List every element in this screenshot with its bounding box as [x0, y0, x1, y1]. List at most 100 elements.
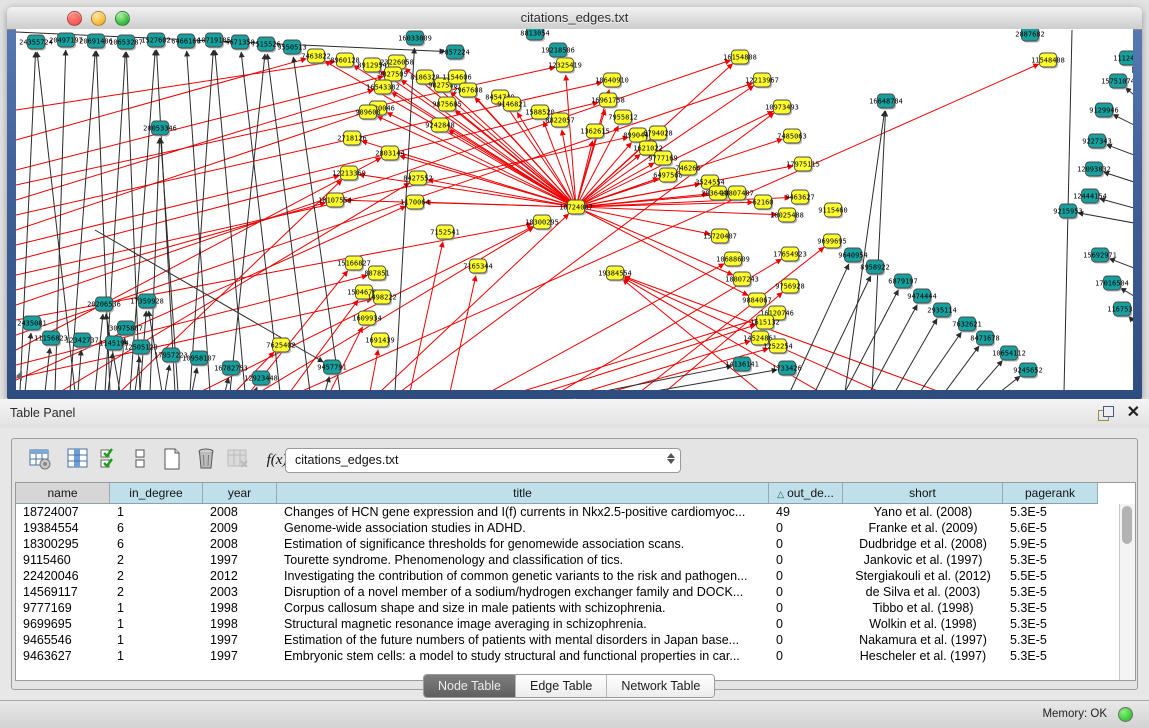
table-row[interactable]: 977716911998Corpus callosum shape and si…: [16, 600, 1120, 616]
graph-node[interactable]: 24355724: [19, 35, 53, 51]
graph-node[interactable]: 62160: [752, 195, 773, 211]
graph-node[interactable]: 6879197: [888, 274, 918, 290]
graph-node[interactable]: 17975115: [786, 157, 820, 173]
graph-node[interactable]: 12093832: [1077, 162, 1111, 178]
graph-node[interactable]: 16154808: [723, 50, 757, 66]
float-panel-icon[interactable]: [1098, 406, 1113, 421]
column-header-title[interactable]: title: [277, 483, 769, 504]
column-header-pagerank[interactable]: pagerank: [1003, 483, 1098, 504]
window-titlebar[interactable]: citations_edges.txt: [7, 7, 1142, 30]
graph-node[interactable]: 10025488: [770, 208, 804, 224]
network-canvas[interactable]: 1872400718300295193845547463822896012889…: [16, 29, 1133, 390]
graph-node[interactable]: 2803144: [375, 146, 405, 162]
graph-node[interactable]: 12213967: [745, 73, 779, 89]
graph-node[interactable]: 9227343: [1082, 134, 1112, 150]
graph-node[interactable]: 9699695: [817, 234, 847, 250]
delete-table-icon[interactable]: [192, 446, 220, 474]
column-header-name[interactable]: name: [16, 483, 110, 504]
svg-text:1527602: 1527602: [141, 37, 171, 45]
graph-node[interactable]: 1170064: [400, 195, 430, 211]
graph-node[interactable]: 16648784: [869, 94, 903, 110]
graph-node[interactable]: 1167533: [1107, 302, 1133, 318]
table-row[interactable]: 946554611997Estimation of the future num…: [16, 632, 1120, 648]
svg-text:18300295: 18300295: [525, 219, 559, 227]
graph-node[interactable]: 1112493: [1113, 51, 1133, 67]
graph-node[interactable]: 1527602: [141, 33, 171, 49]
graph-node[interactable]: 2935114: [927, 303, 957, 319]
table-row[interactable]: 1456911722003Disruption of a novel membe…: [16, 584, 1120, 600]
table-row[interactable]: 1830029562008Estimation of significance …: [16, 536, 1120, 552]
table-row[interactable]: 911546021997Tourette syndrome. Phenomeno…: [16, 552, 1120, 568]
graph-node[interactable]: 20053346: [143, 121, 177, 137]
graph-node[interactable]: 1691439: [365, 333, 395, 349]
table-settings-icon[interactable]: [26, 446, 54, 474]
import-table-disabled-icon[interactable]: [224, 446, 252, 474]
graph-node[interactable]: 7632621: [952, 317, 982, 333]
checkbox-list-icon[interactable]: [126, 446, 154, 474]
table-cell: 5.3E-5: [1003, 584, 1098, 600]
graph-node[interactable]: 1362615: [580, 124, 610, 140]
graph-node[interactable]: 11548408: [1031, 53, 1065, 69]
graph-node[interactable]: 10654112: [992, 346, 1026, 362]
select-columns-icon[interactable]: [64, 446, 92, 474]
scrollbar-thumb[interactable]: [1122, 506, 1132, 544]
graph-node[interactable]: 17016504: [1095, 276, 1129, 292]
graph-node[interactable]: 9245652: [1013, 363, 1043, 379]
graph-node[interactable]: 12325419: [548, 58, 582, 74]
tab-edge-table[interactable]: Edge Table: [516, 675, 607, 697]
graph-node[interactable]: 7857224: [440, 45, 470, 61]
graph-node[interactable]: 8813054: [520, 29, 550, 42]
graph-node[interactable]: 2887682: [1015, 29, 1045, 43]
table-select-dropdown[interactable]: citations_edges.txt: [285, 448, 681, 473]
graph-node[interactable]: 9463627: [785, 190, 815, 206]
column-header-out_de[interactable]: △out_de...: [769, 483, 843, 504]
graph-node[interactable]: 887851: [364, 266, 389, 282]
graph-node[interactable]: 2718126: [337, 131, 367, 147]
table-cell: 5.3E-5: [1003, 552, 1098, 568]
graph-node[interactable]: 19218506: [541, 43, 575, 59]
graph-node[interactable]: 12444154: [1073, 189, 1107, 205]
table-vertical-scrollbar[interactable]: [1119, 504, 1135, 680]
table-cell: Genome-wide association studies in ADHD.: [277, 520, 769, 536]
graph-node[interactable]: 9884067: [742, 293, 772, 309]
graph-node[interactable]: 7955812: [608, 110, 638, 126]
graph-node[interactable]: 17359928: [130, 294, 164, 310]
collapse-left-panel-icon[interactable]: [16, 371, 22, 381]
tab-node-table[interactable]: Node Table: [424, 675, 516, 697]
tab-network-table[interactable]: Network Table: [607, 675, 714, 697]
graph-node[interactable]: 19384554: [598, 266, 632, 282]
table-row[interactable]: 2242004622012Investigating the contribut…: [16, 568, 1120, 584]
graph-node[interactable]: 7165344: [463, 259, 493, 275]
graph-node[interactable]: 18640910: [595, 73, 629, 89]
graph-node[interactable]: 16033809: [398, 31, 432, 47]
table-row[interactable]: 969969511998Structural magnetic resonanc…: [16, 616, 1120, 632]
table-cell: 5.3E-5: [1003, 504, 1098, 520]
graph-node[interactable]: 9129946: [1089, 103, 1119, 119]
graph-node[interactable]: 9215953: [1053, 204, 1083, 220]
select-rows-icon[interactable]: [96, 446, 124, 474]
table-row[interactable]: 1938455462009Genome-wide association stu…: [16, 520, 1120, 536]
table-row[interactable]: 946362711997Embryonic stem cells: a mode…: [16, 648, 1120, 664]
svg-text:17654923: 17654923: [773, 251, 807, 259]
graph-node[interactable]: 8958922: [860, 260, 890, 276]
graph-node[interactable]: 8471678: [970, 331, 1000, 347]
graph-node[interactable]: 15751074: [1101, 74, 1133, 90]
column-header-year[interactable]: year: [203, 483, 277, 504]
column-header-in_degree[interactable]: in_degree: [110, 483, 203, 504]
graph-node[interactable]: 17654923: [773, 247, 807, 263]
graph-node[interactable]: 15720407: [703, 229, 737, 245]
graph-node[interactable]: 9115460: [818, 203, 848, 219]
graph-node[interactable]: 20497197: [49, 33, 83, 49]
graph-node[interactable]: 1733426: [772, 361, 802, 377]
graph-node[interactable]: 2435081: [17, 316, 47, 332]
table-row[interactable]: 1872400712008Changes of HCN gene express…: [16, 504, 1120, 520]
close-panel-icon[interactable]: ✕: [1127, 403, 1140, 423]
new-table-icon[interactable]: [158, 446, 186, 474]
column-header-short[interactable]: short: [843, 483, 1003, 504]
graph-node[interactable]: 1609934: [352, 311, 382, 327]
graph-node[interactable]: 11156823: [34, 331, 68, 347]
graph-node[interactable]: 9756928: [775, 279, 805, 295]
graph-node[interactable]: 15692971: [1083, 248, 1117, 264]
graph-node[interactable]: 9474444: [907, 289, 937, 305]
graph-node[interactable]: 7485063: [777, 129, 807, 145]
